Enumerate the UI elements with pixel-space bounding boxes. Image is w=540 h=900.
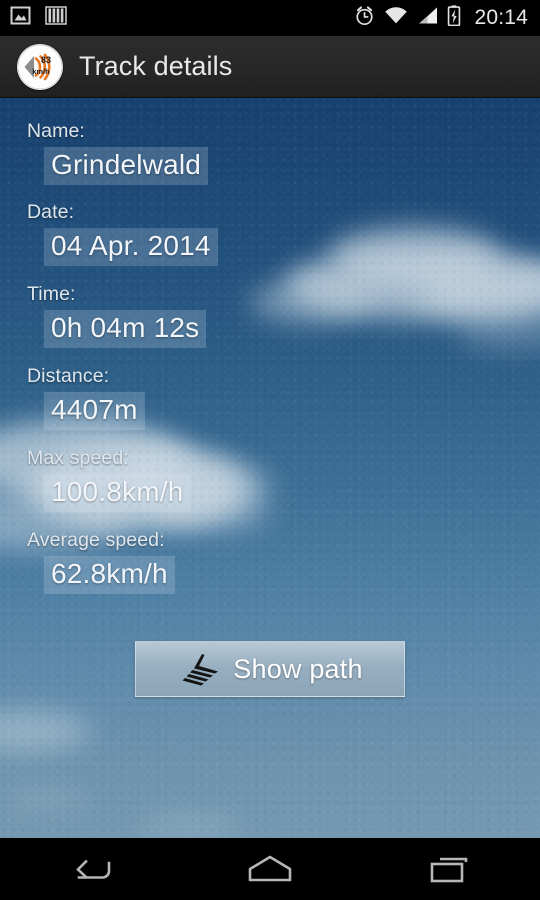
field-distance: Distance: 4407m [27, 365, 145, 430]
battery-charging-icon [447, 5, 461, 31]
field-value-time[interactable]: 0h 04m 12s [44, 310, 207, 348]
back-icon[interactable] [0, 838, 180, 900]
recents-icon[interactable] [360, 838, 540, 900]
show-path-button[interactable]: Show path [135, 641, 405, 697]
field-value-container: Grindelwald [44, 147, 209, 185]
navigation-bar [0, 838, 540, 900]
field-label: Date: [27, 201, 75, 223]
field-value-container: 100.8km/h [44, 474, 191, 512]
field-value-container: 0h 04m 12s [44, 310, 207, 348]
field-value-container: 04 Apr. 2014 [44, 228, 218, 266]
signal-icon [417, 6, 438, 30]
phone-screen: 20:14 83 km/h Track details Name: Grinde… [0, 0, 540, 900]
field-label: Max speed: [27, 447, 129, 469]
svg-text:km/h: km/h [32, 67, 50, 76]
field-value-max-speed[interactable]: 100.8km/h [44, 474, 191, 512]
field-time: Time: 0h 04m 12s [27, 283, 207, 348]
status-bar-notifications [10, 6, 67, 30]
alarm-icon [354, 5, 375, 31]
svg-text:83: 83 [41, 55, 51, 65]
field-label: Average speed: [27, 529, 165, 551]
home-icon[interactable] [180, 838, 360, 900]
status-bar: 20:14 [0, 0, 540, 36]
field-name: Name: Grindelwald [27, 120, 209, 185]
path-track-icon [177, 652, 223, 686]
field-value-container: 62.8km/h [44, 556, 175, 594]
page-title: Track details [79, 51, 233, 81]
image-icon [10, 6, 31, 30]
field-label: Time: [27, 283, 76, 305]
field-value-date[interactable]: 04 Apr. 2014 [44, 228, 218, 266]
field-value-name[interactable]: Grindelwald [44, 147, 209, 185]
field-value-average-speed[interactable]: 62.8km/h [44, 556, 175, 594]
field-value-container: 4407m [44, 392, 145, 430]
field-average-speed: Average speed: 62.8km/h [27, 529, 175, 594]
field-label: Distance: [27, 365, 110, 387]
field-max-speed: Max speed: 100.8km/h [27, 447, 191, 512]
status-bar-system-icons: 20:14 [354, 5, 528, 31]
field-date: Date: 04 Apr. 2014 [27, 201, 218, 266]
show-path-label: Show path [233, 653, 363, 684]
action-bar: 83 km/h Track details [0, 36, 540, 98]
field-value-distance[interactable]: 4407m [44, 392, 145, 430]
wifi-icon [384, 6, 408, 30]
speedometer-icon[interactable]: 83 km/h [17, 43, 63, 90]
field-label: Name: [27, 120, 85, 142]
track-details-form: Name: Grindelwald Date: 04 Apr. 2014 Tim… [0, 98, 540, 838]
bars-icon [45, 6, 67, 30]
status-bar-clock: 20:14 [474, 6, 528, 29]
